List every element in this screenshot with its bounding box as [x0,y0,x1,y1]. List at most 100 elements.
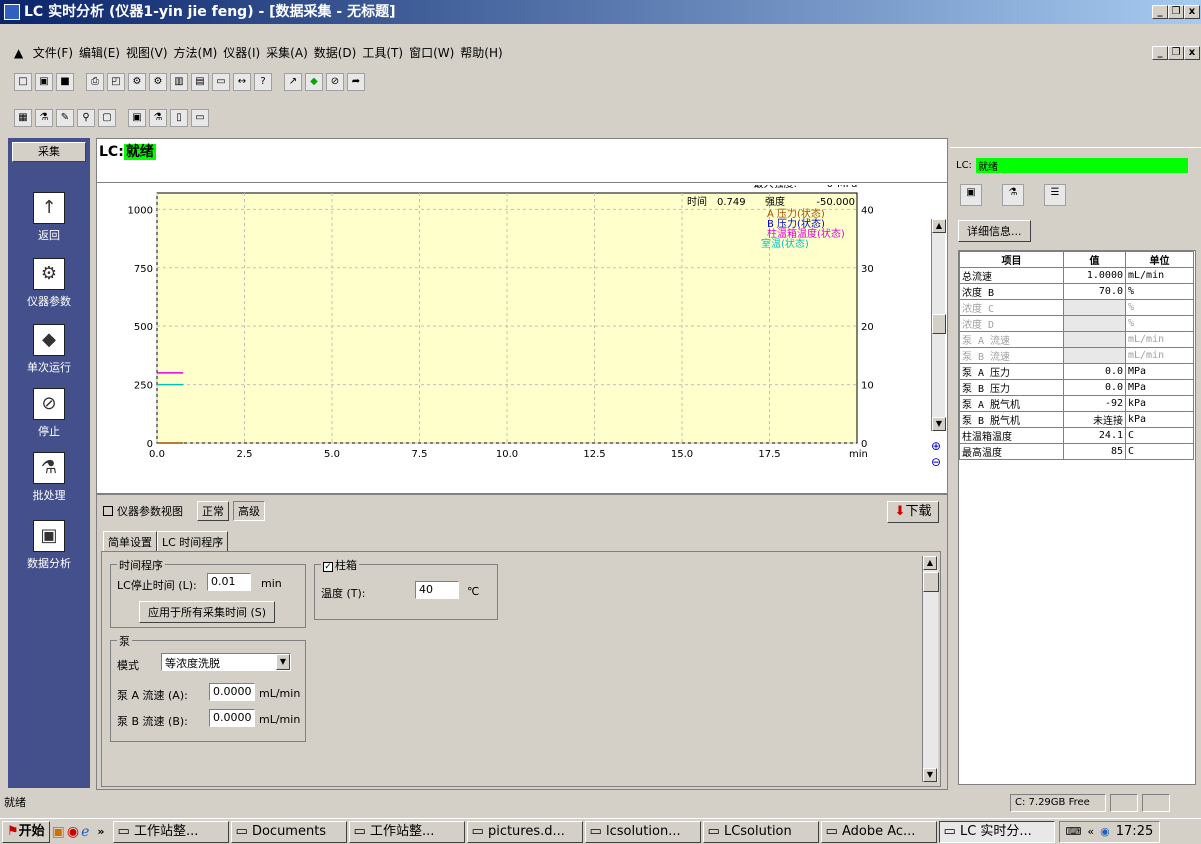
sidebar-item-1[interactable]: ⚙ 仪器参数 [8,258,90,309]
menu-item-1[interactable]: 编辑(E) [79,46,120,60]
collapse-icon[interactable] [103,506,113,516]
network-icon[interactable]: ◉ [1100,825,1110,838]
stop-time-input[interactable]: 0.01 [207,573,251,591]
scroll-up-button[interactable]: ▲ [932,219,946,233]
monitor-view-icon[interactable]: ▣ [960,184,982,206]
status-cell-item: 泵 B 脱气机 [959,411,1064,428]
oven-temp-input[interactable]: 40 [415,581,459,599]
taskbar-item-3[interactable]: ▭ pictures.d... [466,820,583,843]
tab-lc-time-program[interactable]: LC 时间程序 [157,531,229,552]
menu-item-8[interactable]: 窗口(W) [409,46,454,60]
mode-select[interactable]: 等浓度洗脱 ▼ [161,653,291,671]
print-preview-icon[interactable]: ◰ [107,73,125,91]
view-toggle-icon[interactable]: ↔ [233,73,251,91]
status-cell-item: 最高温度 [959,443,1064,460]
sidebar-item-2[interactable]: ◆ 单次运行 [8,324,90,375]
keyboard-icon[interactable]: ⌨ [1066,825,1082,838]
menu-item-5[interactable]: 采集(A) [266,46,308,60]
pump-view-icon[interactable]: ⚗ [1002,184,1024,206]
new-file-icon[interactable]: □ [14,73,32,91]
method-icon[interactable]: ⚙ [128,73,146,91]
taskbar-item-0[interactable]: ▭ 工作站整... [112,820,229,843]
details-button[interactable]: 详细信息... [958,220,1031,242]
table-icon[interactable]: ▦ [14,109,32,127]
dropdown-arrow-icon[interactable]: ▼ [276,654,290,670]
pumpB-input[interactable]: 0.0000 [209,709,255,727]
tab-normal[interactable]: 正常 [197,501,229,521]
params-scroll-up[interactable]: ▲ [923,556,937,570]
open-file-icon[interactable]: ▣ [35,73,53,91]
data-analysis-icon: ▣ [33,520,65,552]
params-scroll-thumb[interactable] [923,572,939,592]
taskbar-item-6[interactable]: ▭ Adobe Ac... [820,820,937,843]
stop-run-icon[interactable]: ⊘ [326,73,344,91]
menu-item-7[interactable]: 工具(T) [362,46,403,60]
menu-item-2[interactable]: 视图(V) [126,46,168,60]
menu-item-6[interactable]: 数据(D) [314,46,357,60]
sidebar-item-3[interactable]: ⊘ 停止 [8,388,90,439]
quicklaunch-chevron[interactable]: » [97,825,104,838]
taskbar-item-5[interactable]: ▭ LCsolution [702,820,819,843]
chart-scrollbar[interactable]: ▲ ▼ [931,219,946,431]
mdi-close-button[interactable]: x [1184,46,1200,60]
quicklaunch-ie-icon[interactable]: ℯ [81,824,89,840]
edit-icon[interactable]: ✎ [56,109,74,127]
scroll-down-button[interactable]: ▼ [932,417,946,431]
menu-item-9[interactable]: 帮助(H) [460,46,502,60]
pumpA-input[interactable]: 0.0000 [209,683,255,701]
binocular-icon[interactable]: ⚲ [77,109,95,127]
quicklaunch-app-icon[interactable]: ◉ [67,824,79,840]
save-icon[interactable]: ■ [56,73,74,91]
scroll-thumb[interactable] [932,314,946,334]
run-icon[interactable]: ◆ [305,73,323,91]
start-button[interactable]: ⚑开始 [2,820,50,843]
sidebar-item-5[interactable]: ▣ 数据分析 [8,520,90,571]
status-row: 浓度 B 70.0% [959,283,1194,300]
view-layout2-icon[interactable]: ▤ [191,73,209,91]
download-button[interactable]: ⬇下载 [887,501,939,523]
zoom-out-icon[interactable]: ⊖ [931,455,941,469]
quicklaunch-desktop-icon[interactable]: ▣ [52,824,65,840]
minimize-button[interactable]: _ [1152,5,1168,19]
taskbar-item-1[interactable]: ▭ Documents [230,820,347,843]
menu-item-3[interactable]: 方法(M) [174,46,218,60]
apply-all-button[interactable]: 应用于所有采集时间 (S) [139,601,276,623]
sidebar-item-0[interactable]: ↑ 返回 [8,192,90,243]
tab-advanced[interactable]: 高级 [233,501,265,521]
tab-simple-settings[interactable]: 简单设置 [103,531,157,552]
x-tick-label: 2.5 [237,449,253,460]
menu-item-4[interactable]: 仪器(I) [223,46,260,60]
taskbar-item-4[interactable]: ▭ lcsolution... [584,820,701,843]
params-scroll-down[interactable]: ▼ [923,768,937,782]
print-icon[interactable]: ⎙ [86,73,104,91]
restore-button[interactable]: ❐ [1168,5,1184,19]
tray-chevron[interactable]: « [1087,825,1094,838]
taskbar-item-2[interactable]: ▭ 工作站整... [348,820,465,843]
mdi-minimize-button[interactable]: _ [1152,46,1168,60]
chart-icon[interactable]: ↗ [284,73,302,91]
method2-icon[interactable]: ⚙ [149,73,167,91]
clock: 17:25 [1115,824,1154,839]
params-scrollbar[interactable]: ▲ ▼ [922,556,939,782]
y-right-tick-label: 30 [861,264,874,275]
view-layout1-icon[interactable]: ▥ [170,73,188,91]
close-button[interactable]: x [1184,5,1200,19]
mdi-restore-button[interactable]: ❐ [1168,46,1184,60]
help-icon[interactable]: ? [254,73,272,91]
taskbar-item-7[interactable]: ▭ LC 实时分... [938,820,1055,843]
oven-checkbox[interactable]: ✓ [323,562,333,572]
zoom-in-icon[interactable]: ⊕ [931,439,941,453]
monitor-icon[interactable]: ▢ [98,109,116,127]
forward-icon[interactable]: ➦ [347,73,365,91]
status-cell-item: 总流速 [959,267,1064,284]
view-layout3-icon[interactable]: ▭ [212,73,230,91]
sample-icon[interactable]: ⚗ [149,109,167,127]
status-cell-item: 浓度 B [959,283,1064,300]
sidebar-item-4[interactable]: ⚗ 批处理 [8,452,90,503]
status-row: 泵 A 压力 0.0 MPa [959,363,1194,380]
menu-item-0[interactable]: 文件(F) [33,46,73,60]
temp-view-icon[interactable]: ☰ [1044,184,1066,206]
instrument-icon[interactable]: ⚗ [35,109,53,127]
vial-icon[interactable]: ▯ [170,109,188,127]
acquire-icon[interactable]: ▣ [128,109,146,127]
